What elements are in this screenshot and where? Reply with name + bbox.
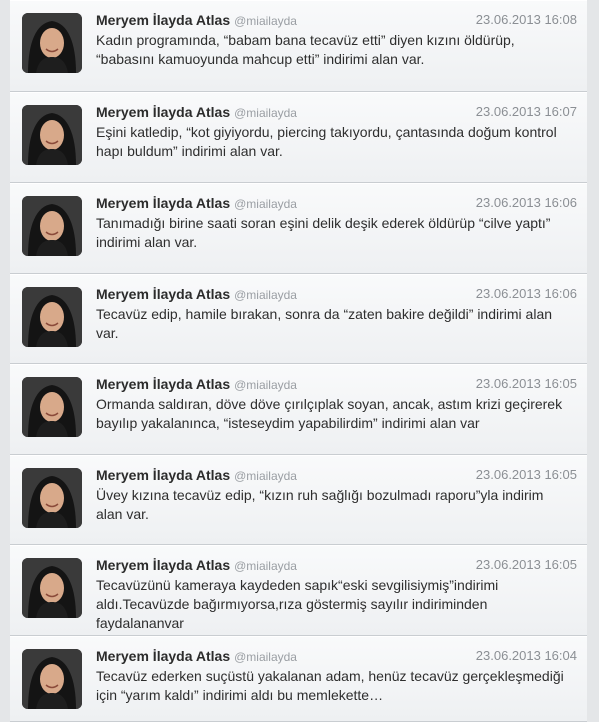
author-name[interactable]: Meryem İlayda Atlas @miailayda [96, 648, 297, 664]
author-handle[interactable]: @miailayda [234, 378, 297, 392]
tweet-timestamp[interactable]: 23.06.2013 16:05 [476, 557, 577, 572]
avatar-photo [22, 558, 82, 618]
author-name[interactable]: Meryem İlayda Atlas @miailayda [96, 557, 297, 573]
avatar[interactable] [22, 287, 82, 347]
author-handle[interactable]: @miailayda [234, 469, 297, 483]
author-name[interactable]: Meryem İlayda Atlas @miailayda [96, 104, 297, 120]
author-name[interactable]: Meryem İlayda Atlas @miailayda [96, 376, 297, 392]
tweet-timestamp[interactable]: 23.06.2013 16:07 [476, 104, 577, 119]
tweet-timestamp[interactable]: 23.06.2013 16:05 [476, 376, 577, 391]
avatar[interactable] [22, 105, 82, 165]
author-name[interactable]: Meryem İlayda Atlas @miailayda [96, 195, 297, 211]
tweet-item[interactable]: Meryem İlayda Atlas @miailayda 23.06.2013… [10, 545, 587, 636]
tweet-item[interactable]: Meryem İlayda Atlas @miailayda 23.06.2013… [10, 274, 587, 364]
avatar-photo [22, 13, 82, 73]
tweet-text: Tanımadığı birine saati soran eşini deli… [96, 215, 551, 250]
avatar-photo [22, 468, 82, 528]
avatar-photo [22, 105, 82, 165]
tweet-text: Ormanda saldıran, döve döve çırılçıplak … [96, 396, 563, 431]
author-name[interactable]: Meryem İlayda Atlas @miailayda [96, 12, 297, 28]
author-handle[interactable]: @miailayda [234, 197, 297, 211]
tweet-item[interactable]: Meryem İlayda Atlas @miailayda 23.06.2013… [10, 92, 587, 183]
avatar-photo [22, 649, 82, 709]
author-name[interactable]: Meryem İlayda Atlas @miailayda [96, 286, 297, 302]
tweet-item[interactable]: Meryem İlayda Atlas @miailayda 23.06.2013… [10, 636, 587, 722]
tweet-timestamp[interactable]: 23.06.2013 16:05 [476, 467, 577, 482]
tweet-timestamp[interactable]: 23.06.2013 16:08 [476, 12, 577, 27]
author-handle[interactable]: @miailayda [234, 650, 297, 664]
avatar[interactable] [22, 13, 82, 73]
tweet-timestamp[interactable]: 23.06.2013 16:04 [476, 648, 577, 663]
avatar[interactable] [22, 558, 82, 618]
avatar[interactable] [22, 196, 82, 256]
tweet-text: Eşini katledip, “kot giyiyordu, piercing… [96, 124, 557, 159]
tweet-timestamp[interactable]: 23.06.2013 16:06 [476, 195, 577, 210]
author-handle[interactable]: @miailayda [234, 106, 297, 120]
tweet-item[interactable]: Meryem İlayda Atlas @miailayda 23.06.2013… [10, 455, 587, 545]
tweet-text: Tecavüz ederken suçüstü yakalanan adam, … [96, 668, 564, 703]
avatar[interactable] [22, 468, 82, 528]
author-handle[interactable]: @miailayda [234, 288, 297, 302]
author-handle[interactable]: @miailayda [234, 559, 297, 573]
tweet-text: Üvey kızına tecavüz edip, “kızın ruh sağ… [96, 487, 544, 522]
avatar[interactable] [22, 377, 82, 437]
tweet-item[interactable]: Meryem İlayda Atlas @miailayda 23.06.2013… [10, 183, 587, 274]
author-handle[interactable]: @miailayda [234, 14, 297, 28]
tweet-text: Tecavüz edip, hamile bırakan, sonra da “… [96, 306, 553, 341]
tweet-item[interactable]: Meryem İlayda Atlas @miailayda 23.06.2013… [10, 364, 587, 455]
tweet-text: Tecavüzünü kameraya kaydeden sapık“eski … [96, 577, 499, 631]
tweet-timestamp[interactable]: 23.06.2013 16:06 [476, 286, 577, 301]
tweet-item[interactable]: Meryem İlayda Atlas @miailayda 23.06.2013… [10, 0, 587, 92]
avatar-photo [22, 196, 82, 256]
author-name[interactable]: Meryem İlayda Atlas @miailayda [96, 467, 297, 483]
avatar-photo [22, 377, 82, 437]
avatar[interactable] [22, 649, 82, 709]
tweet-feed: Meryem İlayda Atlas @miailayda 23.06.2013… [0, 0, 599, 722]
avatar-photo [22, 287, 82, 347]
tweet-text: Kadın programında, “babam bana tecavüz e… [96, 32, 515, 67]
